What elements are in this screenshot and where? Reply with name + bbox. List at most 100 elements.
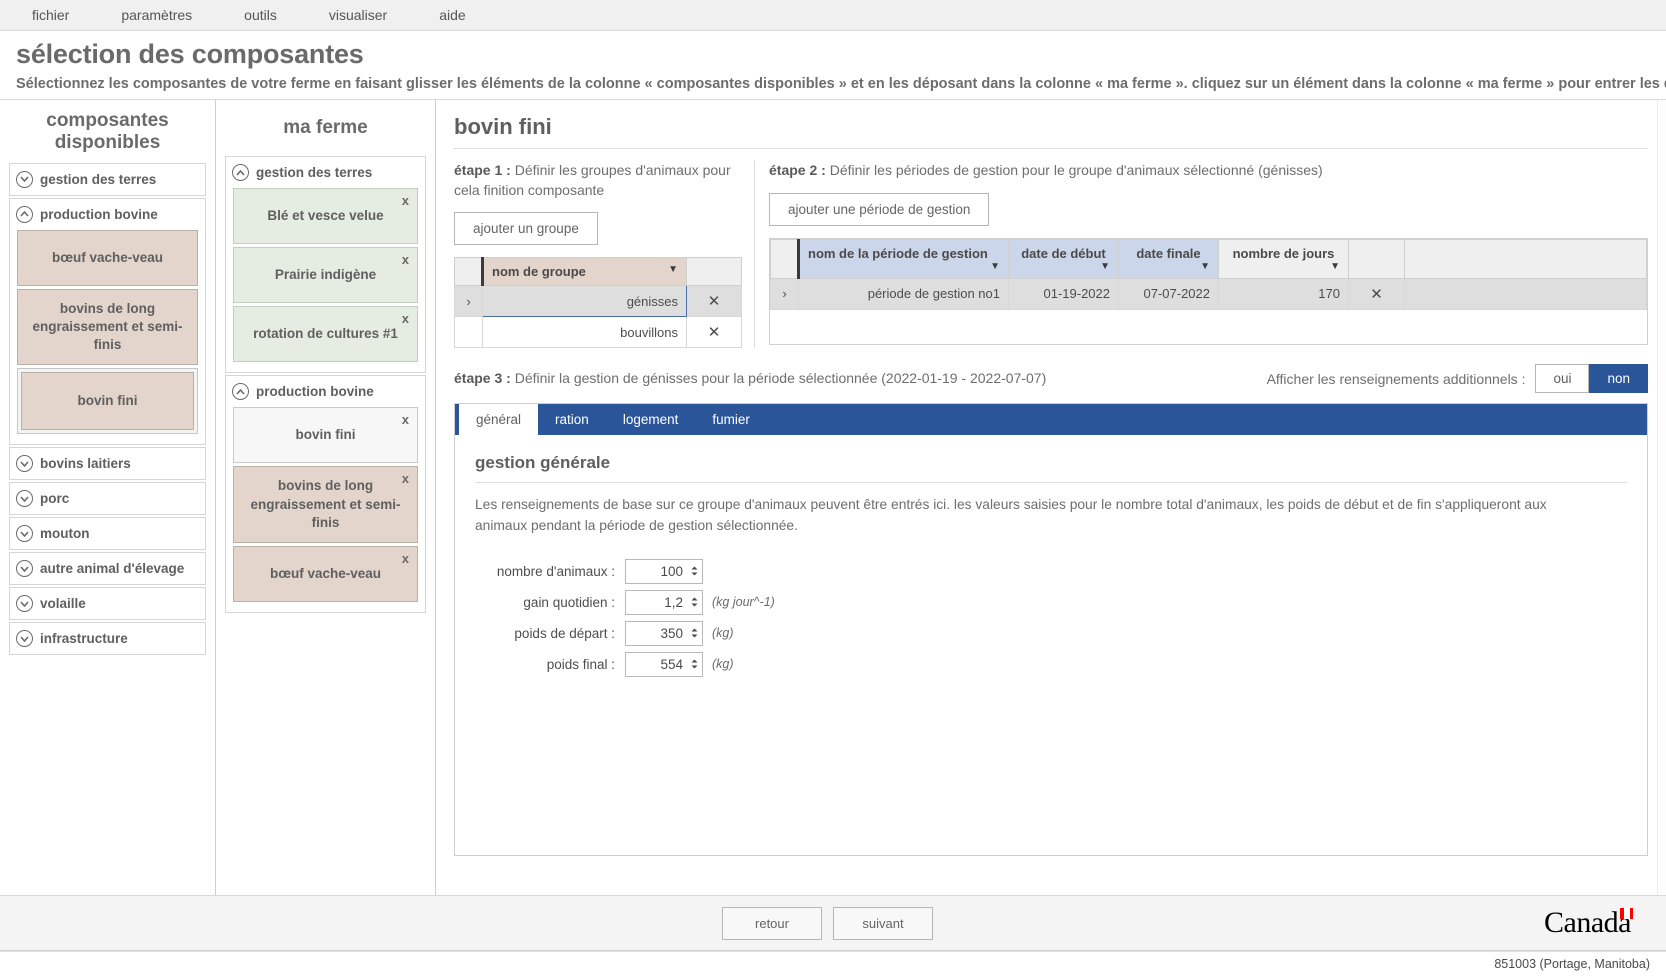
remove-icon[interactable]: x bbox=[402, 192, 409, 210]
tab-fumier[interactable]: fumier bbox=[695, 404, 767, 435]
myfarm-accordion-gestion-des-terres[interactable]: gestion des terres x Blé et vesce velue … bbox=[225, 156, 426, 374]
poids-depart-stepper[interactable] bbox=[625, 620, 703, 646]
period-days-cell[interactable]: 170 bbox=[1218, 277, 1349, 310]
filter-icon[interactable]: ▼ bbox=[1200, 261, 1210, 272]
farm-card-bovin-fini[interactable]: x bovin fini bbox=[233, 407, 418, 464]
accordion-header[interactable]: porc bbox=[10, 483, 205, 514]
tab-logement[interactable]: logement bbox=[606, 404, 696, 435]
menu-item-visualiser[interactable]: visualiser bbox=[303, 2, 413, 28]
row-expander[interactable] bbox=[454, 316, 483, 349]
poids-final-input[interactable] bbox=[626, 655, 687, 673]
remove-icon[interactable]: x bbox=[402, 411, 409, 429]
accordion-porc[interactable]: porc bbox=[9, 482, 206, 516]
accordion-mouton[interactable]: mouton bbox=[9, 517, 206, 551]
accordion-header[interactable]: gestion des terres bbox=[10, 164, 205, 195]
group-name-cell[interactable]: génisses bbox=[482, 285, 687, 318]
stepper-arrows[interactable] bbox=[687, 622, 702, 645]
accordion-label: gestion des terres bbox=[256, 165, 373, 181]
farm-card-boeuf-vache-veau[interactable]: x bœuf vache-veau bbox=[233, 546, 418, 603]
toggle-option-non[interactable]: non bbox=[1589, 364, 1648, 394]
stepper-arrows[interactable] bbox=[687, 560, 702, 583]
farm-card-rotation-de-cultures-1[interactable]: x rotation de cultures #1 bbox=[233, 306, 418, 363]
stepper-arrows[interactable] bbox=[687, 653, 702, 676]
add-management-period-button[interactable]: ajouter une période de gestion bbox=[769, 192, 990, 226]
accordion-header[interactable]: infrastructure bbox=[10, 623, 205, 654]
col-label: nombre de jours bbox=[1232, 245, 1335, 261]
col-nom-periode[interactable]: nom de la période de gestion ▼ bbox=[797, 238, 1009, 279]
table-header-row: nom de groupe ▼ bbox=[454, 257, 742, 287]
nombre-animaux-stepper[interactable] bbox=[625, 558, 703, 584]
tab-ration[interactable]: ration bbox=[538, 404, 606, 435]
period-name-cell[interactable]: période de gestion no1 bbox=[798, 277, 1009, 310]
delete-row-icon[interactable]: ✕ bbox=[1348, 277, 1405, 310]
table-row[interactable]: › génisses ✕ bbox=[454, 285, 742, 318]
col-date-debut[interactable]: date de début ▼ bbox=[1008, 238, 1119, 279]
accordion-header[interactable]: autre animal d'élevage bbox=[10, 553, 205, 584]
stepper-arrows[interactable] bbox=[687, 591, 702, 614]
component-card-bovin-fini[interactable]: bovin fini bbox=[17, 368, 198, 435]
accordion-header[interactable]: volaille bbox=[10, 588, 205, 619]
additional-info-toggle[interactable]: oui non bbox=[1535, 364, 1648, 394]
period-end-cell[interactable]: 07-07-2022 bbox=[1118, 277, 1219, 310]
accordion-bovins-laitiers[interactable]: bovins laitiers bbox=[9, 447, 206, 481]
col-nombre-de-jours[interactable]: nombre de jours ▼ bbox=[1218, 238, 1349, 279]
filter-icon[interactable]: ▼ bbox=[1100, 261, 1110, 272]
farm-card-bovins-long-engraissement[interactable]: x bovins de long engraissement et semi-f… bbox=[233, 466, 418, 544]
filter-icon[interactable]: ▼ bbox=[990, 261, 1000, 272]
accordion-infrastructure[interactable]: infrastructure bbox=[9, 622, 206, 656]
vertical-scrollbar[interactable] bbox=[1657, 100, 1666, 895]
col-nom-de-groupe[interactable]: nom de groupe ▼ bbox=[481, 257, 687, 287]
delete-row-icon[interactable]: ✕ bbox=[686, 316, 742, 349]
accordion-header[interactable]: bovins laitiers bbox=[10, 448, 205, 479]
chevron-down-icon bbox=[16, 560, 33, 578]
accordion-production-bovine[interactable]: production bovine bœuf vache-veau bovins… bbox=[9, 197, 206, 446]
filter-icon[interactable]: ▼ bbox=[1330, 261, 1340, 272]
accordion-gestion-des-terres[interactable]: gestion des terres bbox=[9, 162, 206, 196]
chevron-down-icon bbox=[16, 455, 33, 473]
accordion-header[interactable]: production bovine bbox=[10, 199, 205, 230]
nombre-animaux-input[interactable] bbox=[626, 562, 687, 580]
toggle-option-oui[interactable]: oui bbox=[1535, 364, 1590, 394]
gain-quotidien-stepper[interactable] bbox=[625, 589, 703, 615]
add-group-button[interactable]: ajouter un groupe bbox=[454, 212, 598, 246]
gain-quotidien-input[interactable] bbox=[626, 593, 687, 611]
group-name-cell[interactable]: bouvillons bbox=[482, 316, 687, 349]
remove-icon[interactable]: x bbox=[402, 310, 409, 328]
myfarm-accordion-production-bovine[interactable]: production bovine x bovin fini x bovins … bbox=[225, 375, 426, 614]
field-label: nombre d'animaux : bbox=[496, 563, 615, 579]
component-card-bovins-long-engraissement[interactable]: bovins de long engraissement et semi-fin… bbox=[17, 288, 198, 366]
table-row[interactable]: bouvillons ✕ bbox=[454, 316, 742, 349]
row-expander[interactable]: › bbox=[770, 277, 799, 310]
my-farm-heading: ma ferme bbox=[283, 117, 368, 138]
menu-item-outils[interactable]: outils bbox=[218, 2, 303, 28]
remove-icon[interactable]: x bbox=[402, 251, 409, 269]
farm-card-ble-et-vesce-velue[interactable]: x Blé et vesce velue bbox=[233, 188, 418, 245]
accordion-body: bœuf vache-veau bovins de long engraisse… bbox=[10, 229, 205, 445]
component-card-boeuf-vache-veau[interactable]: bœuf vache-veau bbox=[17, 229, 198, 286]
menu-item-parametres[interactable]: paramètres bbox=[95, 2, 218, 28]
table-row[interactable]: › période de gestion no1 01-19-2022 07-0… bbox=[770, 277, 1647, 310]
accordion-header[interactable]: production bovine bbox=[226, 376, 425, 407]
col-date-finale[interactable]: date finale ▼ bbox=[1118, 238, 1219, 279]
remove-icon[interactable]: x bbox=[402, 550, 409, 568]
stepper-down-icon bbox=[691, 603, 698, 607]
tab-general[interactable]: général bbox=[459, 404, 539, 436]
menu-item-fichier[interactable]: fichier bbox=[6, 2, 95, 28]
back-button[interactable]: retour bbox=[722, 907, 822, 940]
delete-row-icon[interactable]: ✕ bbox=[686, 285, 742, 318]
accordion-header[interactable]: gestion des terres bbox=[226, 157, 425, 188]
period-start-cell[interactable]: 01-19-2022 bbox=[1008, 277, 1119, 310]
accordion-volaille[interactable]: volaille bbox=[9, 587, 206, 621]
accordion-header[interactable]: mouton bbox=[10, 518, 205, 549]
poids-depart-input[interactable] bbox=[626, 624, 687, 642]
filter-icon[interactable]: ▼ bbox=[668, 264, 678, 275]
row-expander[interactable]: › bbox=[454, 285, 483, 318]
poids-final-stepper[interactable] bbox=[625, 651, 703, 677]
remove-icon[interactable]: x bbox=[402, 470, 409, 488]
menu-item-aide[interactable]: aide bbox=[413, 2, 491, 28]
farm-card-label: bœuf vache-veau bbox=[269, 565, 382, 581]
accordion-autre-animal-elevage[interactable]: autre animal d'élevage bbox=[9, 552, 206, 586]
farm-card-prairie-indigene[interactable]: x Prairie indigène bbox=[233, 247, 418, 304]
next-button[interactable]: suivant bbox=[833, 907, 933, 940]
tab-body: gestion générale Les renseignements de b… bbox=[455, 435, 1647, 700]
